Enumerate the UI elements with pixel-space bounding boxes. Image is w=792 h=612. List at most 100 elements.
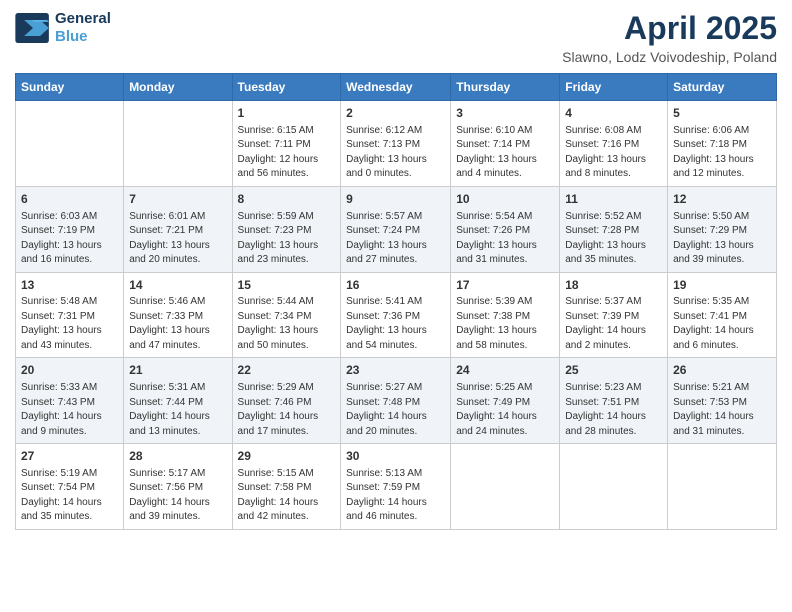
- day-number: 3: [456, 105, 554, 122]
- day-number: 25: [565, 362, 662, 379]
- day-info: Sunrise: 5:46 AM Sunset: 7:33 PM Dayligh…: [129, 295, 226, 353]
- calendar-cell: 12 Sunrise: 5:50 AM Sunset: 7:29 PM Dayli…: [668, 186, 777, 272]
- calendar-cell: 17Sunrise: 5:39 AM Sunset: 7:38 PM Dayli…: [451, 272, 560, 358]
- day-info: Sunrise: 5:13 AM Sunset: 7:59 PM Dayligh…: [346, 467, 445, 525]
- col-header-thursday: Thursday: [451, 74, 560, 101]
- calendar-cell: 6 Sunrise: 6:03 AM Sunset: 7:19 PM Daylig…: [16, 186, 124, 272]
- calendar-cell: 22Sunrise: 5:29 AM Sunset: 7:46 PM Dayli…: [232, 358, 341, 444]
- col-header-sunday: Sunday: [16, 74, 124, 101]
- day-info: Sunrise: 5:57 AM Sunset: 7:24 PM Dayligh…: [346, 210, 445, 268]
- day-info: Sunrise: 5:23 AM Sunset: 7:51 PM Dayligh…: [565, 381, 662, 439]
- calendar-cell: 10 Sunrise: 5:54 AM Sunset: 7:26 PM Dayli…: [451, 186, 560, 272]
- day-info: Sunrise: 5:50 AM Sunset: 7:29 PM Dayligh…: [673, 210, 771, 268]
- day-number: 8: [238, 191, 336, 208]
- calendar-cell: 21 Sunrise: 5:31 AM Sunset: 7:44 PM Dayli…: [124, 358, 232, 444]
- day-number: 20: [21, 362, 118, 379]
- week-row-3: 13Sunrise: 5:48 AM Sunset: 7:31 PM Dayli…: [16, 272, 777, 358]
- calendar-cell: 15Sunrise: 5:44 AM Sunset: 7:34 PM Dayli…: [232, 272, 341, 358]
- day-number: 24: [456, 362, 554, 379]
- day-info: Sunrise: 6:06 AM Sunset: 7:18 PM Dayligh…: [673, 124, 771, 182]
- day-info: Sunrise: 5:48 AM Sunset: 7:31 PM Dayligh…: [21, 295, 118, 353]
- day-info: Sunrise: 5:35 AM Sunset: 7:41 PM Dayligh…: [673, 295, 771, 353]
- calendar-cell: 7Sunrise: 6:01 AM Sunset: 7:21 PM Daylig…: [124, 186, 232, 272]
- day-info: Sunrise: 5:37 AM Sunset: 7:39 PM Dayligh…: [565, 295, 662, 353]
- day-number: 16: [346, 277, 445, 294]
- calendar-cell: 8 Sunrise: 5:59 AM Sunset: 7:23 PM Daylig…: [232, 186, 341, 272]
- day-info: Sunrise: 5:15 AM Sunset: 7:58 PM Dayligh…: [238, 467, 336, 525]
- calendar-cell: [16, 101, 124, 187]
- day-info: Sunrise: 5:52 AM Sunset: 7:28 PM Dayligh…: [565, 210, 662, 268]
- day-number: 9: [346, 191, 445, 208]
- day-number: 27: [21, 448, 118, 465]
- calendar-cell: 26Sunrise: 5:21 AM Sunset: 7:53 PM Dayli…: [668, 358, 777, 444]
- day-number: 30: [346, 448, 445, 465]
- week-row-4: 20Sunrise: 5:33 AM Sunset: 7:43 PM Dayli…: [16, 358, 777, 444]
- day-number: 6: [21, 191, 118, 208]
- calendar-cell: 20Sunrise: 5:33 AM Sunset: 7:43 PM Dayli…: [16, 358, 124, 444]
- day-number: 1: [238, 105, 336, 122]
- day-info: Sunrise: 5:19 AM Sunset: 7:54 PM Dayligh…: [21, 467, 118, 525]
- calendar-cell: 11 Sunrise: 5:52 AM Sunset: 7:28 PM Dayli…: [560, 186, 668, 272]
- day-number: 14: [129, 277, 226, 294]
- day-info: Sunrise: 5:31 AM Sunset: 7:44 PM Dayligh…: [129, 381, 226, 439]
- day-number: 4: [565, 105, 662, 122]
- day-number: 15: [238, 277, 336, 294]
- day-number: 29: [238, 448, 336, 465]
- logo-text: General Blue: [55, 10, 111, 46]
- day-info: Sunrise: 5:21 AM Sunset: 7:53 PM Dayligh…: [673, 381, 771, 439]
- calendar-cell: 3 Sunrise: 6:10 AM Sunset: 7:14 PM Daylig…: [451, 101, 560, 187]
- logo: General Blue: [15, 10, 111, 46]
- logo-line1: General: [55, 10, 111, 27]
- calendar-cell: 13Sunrise: 5:48 AM Sunset: 7:31 PM Dayli…: [16, 272, 124, 358]
- col-header-saturday: Saturday: [668, 74, 777, 101]
- day-number: 7: [129, 191, 226, 208]
- header: General Blue April 2025 Slawno, Lodz Voi…: [15, 10, 777, 65]
- calendar-cell: 5Sunrise: 6:06 AM Sunset: 7:18 PM Daylig…: [668, 101, 777, 187]
- calendar-cell: 28Sunrise: 5:17 AM Sunset: 7:56 PM Dayli…: [124, 444, 232, 530]
- calendar-table: SundayMondayTuesdayWednesdayThursdayFrid…: [15, 73, 777, 530]
- day-number: 23: [346, 362, 445, 379]
- col-header-tuesday: Tuesday: [232, 74, 341, 101]
- day-info: Sunrise: 6:15 AM Sunset: 7:11 PM Dayligh…: [238, 124, 336, 182]
- calendar-cell: 23Sunrise: 5:27 AM Sunset: 7:48 PM Dayli…: [341, 358, 451, 444]
- calendar-cell: [451, 444, 560, 530]
- col-header-monday: Monday: [124, 74, 232, 101]
- calendar-cell: 19Sunrise: 5:35 AM Sunset: 7:41 PM Dayli…: [668, 272, 777, 358]
- logo-line2: Blue: [55, 28, 88, 45]
- calendar-cell: 29 Sunrise: 5:15 AM Sunset: 7:58 PM Dayli…: [232, 444, 341, 530]
- day-info: Sunrise: 6:12 AM Sunset: 7:13 PM Dayligh…: [346, 124, 445, 182]
- title-area: April 2025 Slawno, Lodz Voivodeship, Pol…: [562, 10, 777, 65]
- day-number: 11: [565, 191, 662, 208]
- day-info: Sunrise: 6:03 AM Sunset: 7:19 PM Dayligh…: [21, 210, 118, 268]
- calendar-cell: 4 Sunrise: 6:08 AM Sunset: 7:16 PM Daylig…: [560, 101, 668, 187]
- day-number: 13: [21, 277, 118, 294]
- day-number: 21: [129, 362, 226, 379]
- calendar-cell: 9 Sunrise: 5:57 AM Sunset: 7:24 PM Daylig…: [341, 186, 451, 272]
- col-header-friday: Friday: [560, 74, 668, 101]
- header-row: SundayMondayTuesdayWednesdayThursdayFrid…: [16, 74, 777, 101]
- day-info: Sunrise: 6:08 AM Sunset: 7:16 PM Dayligh…: [565, 124, 662, 182]
- day-number: 2: [346, 105, 445, 122]
- calendar-cell: 25 Sunrise: 5:23 AM Sunset: 7:51 PM Dayli…: [560, 358, 668, 444]
- day-info: Sunrise: 6:10 AM Sunset: 7:14 PM Dayligh…: [456, 124, 554, 182]
- calendar-title: April 2025: [562, 10, 777, 47]
- day-info: Sunrise: 5:54 AM Sunset: 7:26 PM Dayligh…: [456, 210, 554, 268]
- logo-icon: [15, 13, 51, 43]
- day-info: Sunrise: 5:59 AM Sunset: 7:23 PM Dayligh…: [238, 210, 336, 268]
- day-info: Sunrise: 5:17 AM Sunset: 7:56 PM Dayligh…: [129, 467, 226, 525]
- day-info: Sunrise: 5:29 AM Sunset: 7:46 PM Dayligh…: [238, 381, 336, 439]
- calendar-cell: [668, 444, 777, 530]
- day-number: 10: [456, 191, 554, 208]
- calendar-cell: 2 Sunrise: 6:12 AM Sunset: 7:13 PM Daylig…: [341, 101, 451, 187]
- day-number: 18: [565, 277, 662, 294]
- calendar-cell: 14Sunrise: 5:46 AM Sunset: 7:33 PM Dayli…: [124, 272, 232, 358]
- week-row-1: 1 Sunrise: 6:15 AM Sunset: 7:11 PM Daylig…: [16, 101, 777, 187]
- day-info: Sunrise: 5:25 AM Sunset: 7:49 PM Dayligh…: [456, 381, 554, 439]
- day-number: 12: [673, 191, 771, 208]
- calendar-cell: [124, 101, 232, 187]
- day-info: Sunrise: 5:44 AM Sunset: 7:34 PM Dayligh…: [238, 295, 336, 353]
- day-number: 17: [456, 277, 554, 294]
- calendar-cell: 27 Sunrise: 5:19 AM Sunset: 7:54 PM Dayli…: [16, 444, 124, 530]
- day-number: 19: [673, 277, 771, 294]
- calendar-cell: 30 Sunrise: 5:13 AM Sunset: 7:59 PM Dayli…: [341, 444, 451, 530]
